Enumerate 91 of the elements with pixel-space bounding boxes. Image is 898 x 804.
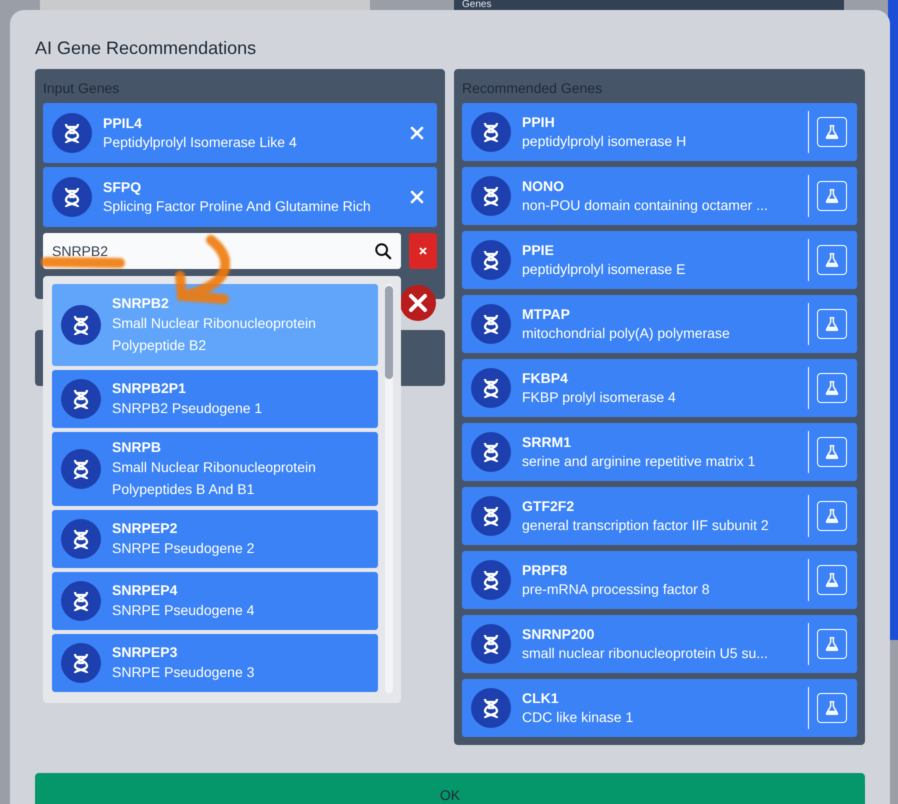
gene-name: FKBP prolyl isomerase 4 <box>522 388 677 407</box>
gene-name: SNRPB2 Pseudogene 1 <box>112 399 264 418</box>
dna-icon <box>471 624 511 664</box>
gene-symbol: SNRPB2P1 <box>112 379 187 397</box>
gene-symbol: PPIH <box>522 113 556 131</box>
close-icon[interactable] <box>409 125 425 141</box>
suggestion-item[interactable]: SNRPB Small Nuclear Ribonucleoprotein Polypeptides B And B1 <box>52 432 378 506</box>
dna-icon <box>471 688 511 728</box>
dna-icon <box>61 581 101 621</box>
dna-icon <box>61 519 101 559</box>
dna-icon <box>471 240 511 280</box>
flask-icon <box>823 635 841 653</box>
scrollbar[interactable] <box>385 284 393 693</box>
flask-button[interactable] <box>817 373 847 403</box>
flask-button[interactable] <box>817 501 847 531</box>
flask-icon <box>823 443 841 461</box>
gene-name: peptidylprolyl isomerase H <box>522 132 688 151</box>
gene-name: Small Nuclear Ribonucleoprotein Polypeptide B2 <box>112 314 317 355</box>
gene-name: Small Nuclear Ribonucleoprotein Polypeptides B And B1 <box>112 458 317 499</box>
flask-icon <box>823 187 841 205</box>
dna-icon <box>61 379 101 419</box>
suggestion-item[interactable]: SNRPEP2 SNRPE Pseudogene 2 <box>52 510 378 568</box>
gene-symbol: PRPF8 <box>522 561 568 579</box>
dna-icon <box>52 113 92 153</box>
gene-symbol: SFPQ <box>103 178 142 196</box>
search-field[interactable]: SNRPB2 <box>43 233 401 269</box>
gene-symbol: SNRPB <box>112 438 162 456</box>
gene-symbol: NONO <box>522 177 565 195</box>
gene-name: serine and arginine repetitive matrix 1 <box>522 452 756 471</box>
dna-icon <box>61 449 101 489</box>
gene-name: peptidylprolyl isomerase E <box>522 260 686 279</box>
gene-symbol: SRRM1 <box>522 433 572 451</box>
flask-icon <box>823 699 841 717</box>
gene-symbol: FKBP4 <box>522 369 569 387</box>
gene-symbol: PPIE <box>522 241 555 259</box>
dna-icon <box>471 112 511 152</box>
panel-title: Genes <box>462 0 492 10</box>
gene-name: general transcription factor IIF subunit 2 <box>522 516 770 535</box>
dna-icon <box>471 304 511 344</box>
dna-icon <box>471 432 511 472</box>
gene-name: Peptidylprolyl Isomerase Like 4 <box>103 133 298 152</box>
gene-name: CDC like kinase 1 <box>522 708 634 727</box>
ok-button[interactable]: OK <box>35 773 865 804</box>
flask-icon <box>823 379 841 397</box>
close-icon[interactable] <box>409 189 425 205</box>
clear-button[interactable] <box>409 233 437 269</box>
gene-symbol: PPIL4 <box>103 114 143 132</box>
flask-button[interactable] <box>817 693 847 723</box>
dna-icon <box>471 368 511 408</box>
flask-icon <box>823 315 841 333</box>
gene-symbol: MTPAP <box>522 305 571 323</box>
suggestion-item[interactable]: SNRPEP4 SNRPE Pseudogene 4 <box>52 572 378 630</box>
dialog-title: AI Gene Recommendations <box>35 38 258 58</box>
gene-name: small nuclear ribonucleoprotein U5 su... <box>522 644 769 663</box>
dna-icon <box>471 496 511 536</box>
gene-symbol: SNRPB2 <box>112 294 170 312</box>
dna-icon <box>52 177 92 217</box>
flask-icon <box>823 123 841 141</box>
close-icon <box>418 246 428 256</box>
flask-button[interactable] <box>817 117 847 147</box>
gene-name: pre-mRNA processing factor 8 <box>522 580 711 599</box>
flask-icon <box>823 571 841 589</box>
flask-icon <box>823 507 841 525</box>
gene-symbol: SNRPEP3 <box>112 643 178 661</box>
flask-button[interactable] <box>817 629 847 659</box>
gene-name: SNRPE Pseudogene 4 <box>112 601 256 620</box>
suggestion-item[interactable]: SNRPEP3 SNRPE Pseudogene 3 <box>52 634 378 692</box>
search-icon[interactable] <box>374 242 392 260</box>
flask-button[interactable] <box>817 565 847 595</box>
flask-button[interactable] <box>817 245 847 275</box>
gene-symbol: CLK1 <box>522 689 560 707</box>
gene-name: Splicing Factor Proline And Glutamine Rich <box>103 197 372 216</box>
dna-icon <box>471 560 511 600</box>
suggestion-item[interactable]: SNRPB2P1 SNRPB2 Pseudogene 1 <box>52 370 378 428</box>
gene-name: SNRPE Pseudogene 3 <box>112 663 256 682</box>
suggestion-item[interactable]: SNRPB2 Small Nuclear Ribonucleoprotein Polypeptide B2 <box>52 284 378 366</box>
flask-icon <box>823 251 841 269</box>
flask-button[interactable] <box>817 181 847 211</box>
gene-name: SNRPE Pseudogene 2 <box>112 539 256 558</box>
gene-symbol: GTF2F2 <box>522 497 576 515</box>
gene-name: non-POU domain containing octamer ... <box>522 196 769 215</box>
dna-icon <box>471 176 511 216</box>
remove-icon[interactable] <box>400 285 436 321</box>
flask-button[interactable] <box>817 437 847 467</box>
gene-symbol: SNRNP200 <box>522 625 596 643</box>
flask-button[interactable] <box>817 309 847 339</box>
dna-icon <box>61 643 101 683</box>
gene-name: mitochondrial poly(A) polymerase <box>522 324 731 343</box>
dna-icon <box>61 305 101 345</box>
gene-symbol: SNRPEP4 <box>112 581 178 599</box>
gene-symbol: SNRPEP2 <box>112 519 178 537</box>
